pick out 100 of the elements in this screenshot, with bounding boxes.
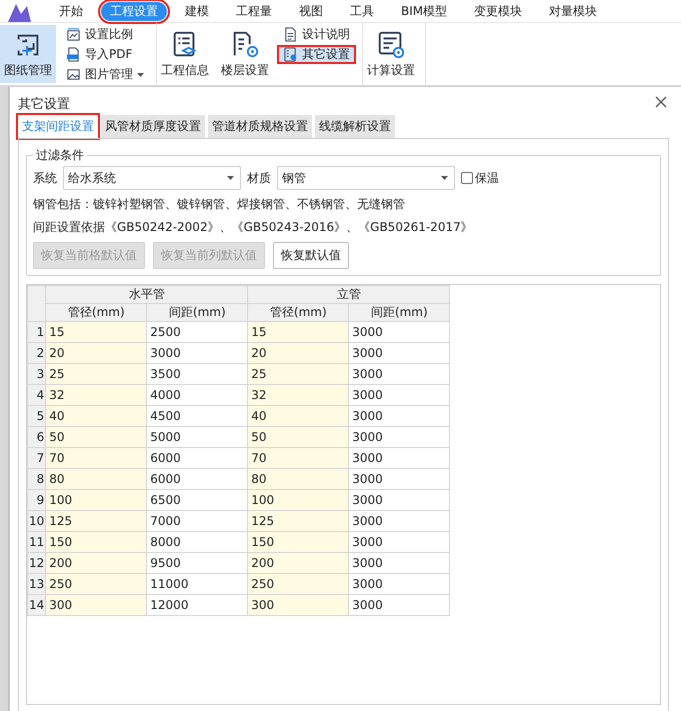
table-cell[interactable]: 70 (46, 448, 147, 468)
menu-tab[interactable]: 视图 (290, 2, 332, 20)
menu-tab[interactable]: BIM模型 (392, 2, 456, 20)
table-cell[interactable]: 3000 (348, 448, 450, 468)
table-cell[interactable]: 9500 (146, 552, 248, 574)
ribbon-button[interactable]: 计算设置 (363, 25, 419, 83)
checkbox[interactable] (461, 172, 473, 184)
dialog-tab[interactable]: 线缆解析设置 (315, 115, 395, 138)
note-text: 钢管包括：镀锌衬塑钢管、镀锌钢管、焊接钢管、不锈钢管、无缝钢管 (33, 196, 406, 213)
table-cell[interactable]: 3000 (348, 406, 450, 426)
table-cell[interactable]: 50 (46, 426, 147, 448)
image-icon (66, 67, 81, 82)
table-cell[interactable]: 3500 (146, 364, 248, 384)
row-number: 11 (28, 532, 46, 552)
table-cell[interactable]: 150 (248, 532, 349, 552)
table-cell[interactable]: 6000 (146, 468, 248, 490)
table-cell[interactable]: 100 (46, 490, 147, 510)
table-cell[interactable]: 40 (248, 406, 349, 426)
table-cell[interactable]: 6500 (146, 490, 248, 510)
dropdown-field[interactable]: 给水系统 (63, 166, 241, 190)
table-cell[interactable]: 25 (248, 364, 349, 384)
chart-icon (66, 27, 81, 42)
checkbox-label: 保温 (475, 170, 499, 186)
ribbon-button[interactable]: 设计说明 (277, 25, 356, 44)
row-number: 8 (28, 468, 46, 490)
table-cell[interactable]: 25 (46, 364, 147, 384)
row-number: 4 (28, 384, 46, 406)
row-number: 2 (28, 342, 46, 364)
dialog-tab[interactable]: 管道材质规格设置 (208, 115, 312, 138)
menu-tab[interactable]: 工程量 (227, 2, 281, 20)
table-cell[interactable]: 6000 (146, 448, 248, 468)
table-cell[interactable]: 12000 (146, 594, 248, 616)
ribbon-button[interactable]: 楼层设置 (217, 25, 273, 83)
menu-tab[interactable]: 建模 (176, 2, 218, 20)
ribbon-button[interactable]: 设置比例 (60, 25, 150, 44)
pdf-icon (66, 47, 81, 62)
ribbon-button[interactable]: 其它设置 (277, 45, 356, 64)
table-cell[interactable]: 3000 (348, 552, 450, 574)
table-cell[interactable]: 125 (248, 510, 349, 532)
menu-tab[interactable]: 对量模块 (540, 2, 606, 20)
table-cell[interactable]: 125 (46, 510, 147, 532)
table-cell[interactable]: 3000 (348, 468, 450, 490)
table-cell[interactable]: 3000 (348, 490, 450, 510)
table-cell[interactable]: 32 (248, 384, 349, 406)
table-cell[interactable]: 4000 (146, 384, 248, 406)
table-cell[interactable]: 20 (248, 342, 349, 364)
table-cell[interactable]: 8000 (146, 532, 248, 552)
table-cell[interactable]: 5000 (146, 426, 248, 448)
table-cell[interactable]: 15 (248, 322, 349, 342)
table-cell[interactable]: 4500 (146, 406, 248, 426)
table-cell[interactable]: 80 (46, 468, 147, 490)
table-cell[interactable]: 3000 (146, 342, 248, 364)
row-number: 13 (28, 574, 46, 594)
ribbon-button[interactable]: 图片管理 (60, 65, 150, 84)
table-cell[interactable]: 3000 (348, 574, 450, 594)
table-cell[interactable]: 3000 (348, 532, 450, 552)
dialog-title: 其它设置 (18, 96, 70, 113)
ribbon-button[interactable]: 导入PDF (60, 45, 150, 64)
table-cell[interactable]: 2500 (146, 322, 248, 342)
table-cell[interactable]: 3000 (348, 342, 450, 364)
dropdown-field[interactable]: 钢管 (277, 166, 455, 190)
table-cell[interactable]: 70 (248, 448, 349, 468)
table-cell[interactable]: 300 (46, 594, 147, 616)
table-cell[interactable]: 80 (248, 468, 349, 490)
table-cell[interactable]: 20 (46, 342, 147, 364)
table-cell[interactable]: 50 (248, 426, 349, 448)
table-cell[interactable]: 3000 (348, 594, 450, 616)
field-label: 材质 (247, 170, 271, 186)
menu-tab[interactable]: 变更模块 (465, 2, 532, 20)
table-cell[interactable]: 100 (248, 490, 349, 510)
table-cell[interactable]: 300 (248, 594, 349, 616)
table-cell[interactable]: 3000 (348, 322, 450, 342)
table-cell[interactable]: 32 (46, 384, 147, 406)
table-cell[interactable]: 200 (248, 552, 349, 574)
table-cell[interactable]: 3000 (348, 426, 450, 448)
ribbon-button[interactable]: 工程信息 (157, 25, 213, 83)
row-number: 5 (28, 406, 46, 426)
table-cell[interactable]: 40 (46, 406, 147, 426)
table-cell[interactable]: 150 (46, 532, 147, 552)
column-header: 间距(mm) (348, 304, 450, 322)
table-cell[interactable]: 7000 (146, 510, 248, 532)
row-number: 3 (28, 364, 46, 384)
table-cell[interactable]: 15 (46, 322, 147, 342)
dialog-tab[interactable]: 风管材质厚度设置 (101, 115, 205, 138)
group-label: 过滤条件 (35, 147, 85, 164)
table-cell[interactable]: 3000 (348, 510, 450, 532)
table-cell[interactable]: 250 (46, 574, 147, 594)
table-cell[interactable]: 3000 (348, 364, 450, 384)
table-cell[interactable]: 3000 (348, 384, 450, 406)
group-header: 水平管 (46, 286, 248, 304)
dialog-tab[interactable]: 支架间距设置 (18, 115, 98, 138)
ribbon-button[interactable]: 图纸管理 (0, 25, 56, 83)
table-cell[interactable]: 250 (248, 574, 349, 594)
menu-tab[interactable]: 工具 (341, 2, 383, 20)
caret-icon (441, 176, 448, 180)
table-cell[interactable]: 200 (46, 552, 147, 574)
reset-button[interactable]: 恢复默认值 (273, 242, 349, 269)
row-number: 12 (28, 552, 46, 574)
menu-tab[interactable]: 开始 (50, 2, 92, 20)
table-cell[interactable]: 11000 (146, 574, 248, 594)
